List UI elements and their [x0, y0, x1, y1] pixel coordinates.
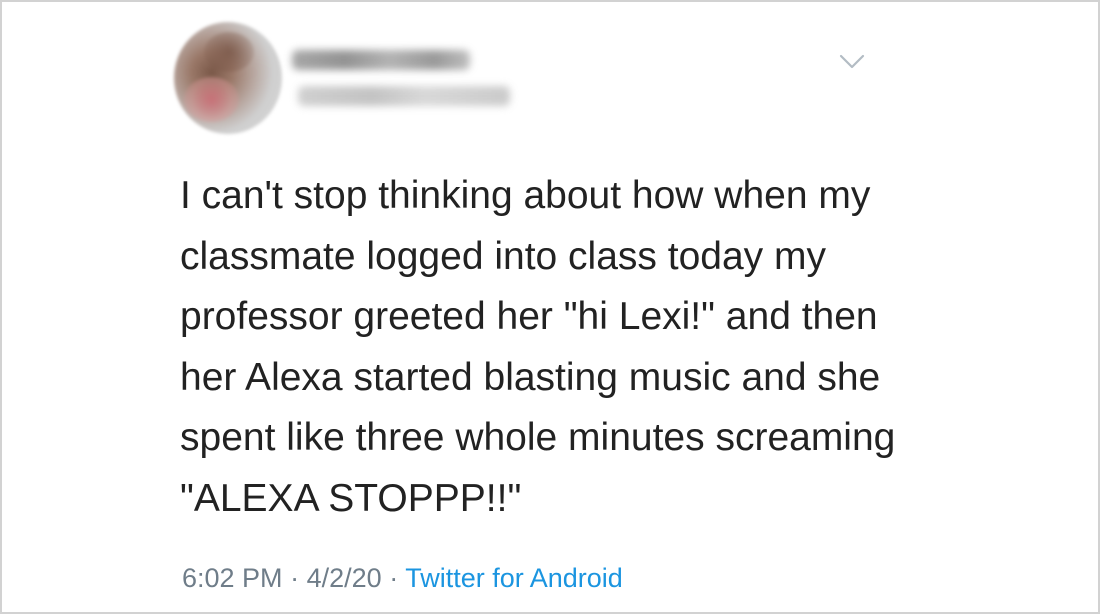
display-name-redacted[interactable]	[292, 50, 470, 70]
tweet-text-line: classmate logged into class today my	[180, 234, 826, 278]
tweet-card: I can't stop thinking about how when my …	[0, 0, 1100, 614]
chevron-down-icon[interactable]	[838, 50, 866, 74]
tweet-text-line: I can't stop thinking about how when my	[180, 174, 871, 217]
tweet-date[interactable]: 4/2/20	[307, 563, 382, 593]
tweet-text-line: "ALEXA STOPPP!!"	[180, 476, 522, 520]
meta-separator: ·	[290, 563, 300, 593]
avatar[interactable]	[174, 22, 282, 134]
tweet-source-link[interactable]: Twitter for Android	[405, 563, 623, 593]
meta-separator: ·	[389, 563, 399, 593]
tweet-text-line: professor greeted her "hi Lexi!" and the…	[180, 295, 878, 338]
tweet-text: I can't stop thinking about how when my …	[180, 166, 980, 529]
tweet-text-line: spent like three whole minutes screaming	[180, 416, 896, 459]
handle-redacted	[298, 86, 510, 106]
tweet-text-line: her Alexa started blasting music and she	[180, 355, 881, 399]
tweet-time[interactable]: 6:02 PM	[182, 563, 283, 593]
tweet-metadata: 6:02 PM · 4/2/20 · Twitter for Android	[182, 560, 623, 596]
